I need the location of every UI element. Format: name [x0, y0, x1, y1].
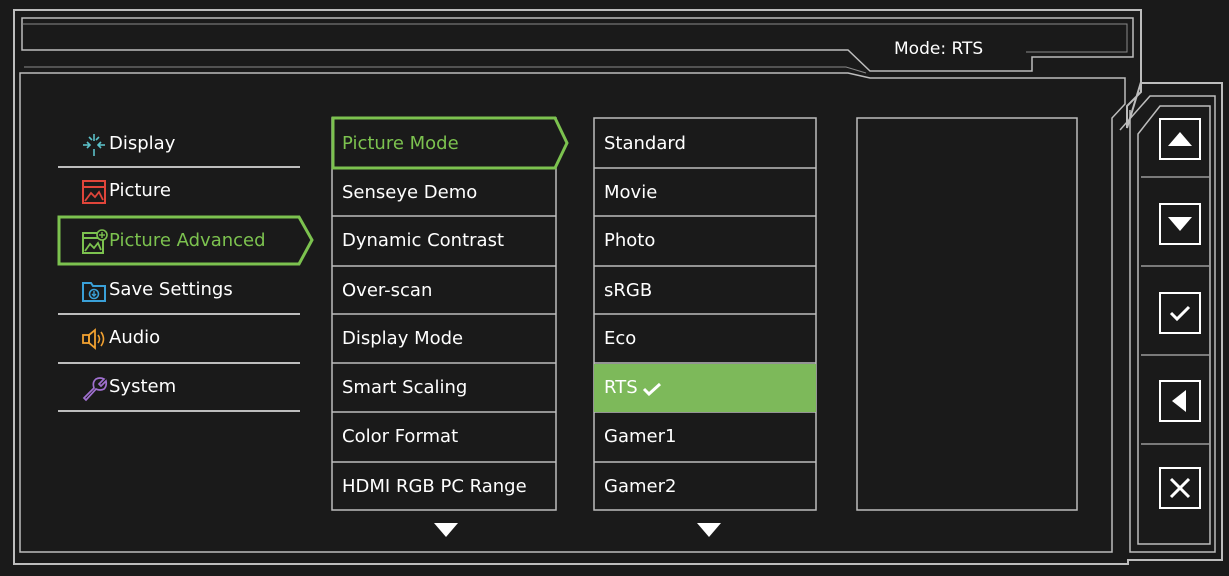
menu-item-label: Audio	[109, 327, 161, 348]
option-photo[interactable]: Photo	[594, 217, 816, 265]
checkmark-icon	[642, 382, 662, 396]
option-eco[interactable]: Eco	[594, 315, 816, 363]
option-movie[interactable]: Movie	[594, 169, 816, 217]
submenu-item-label: Color Format	[342, 426, 459, 447]
menu-item-label: Picture Advanced	[109, 230, 266, 251]
menu-item-picture[interactable]: Picture	[58, 168, 300, 214]
down-button[interactable]	[1159, 203, 1201, 245]
submenu-item-label: HDMI RGB PC Range	[342, 476, 527, 497]
option-gamer2[interactable]: Gamer2	[594, 463, 816, 511]
mode-label: Mode: RTS	[894, 39, 984, 59]
submenu-item-over-scan[interactable]: Over-scan	[332, 267, 556, 315]
exit-button[interactable]	[1159, 467, 1201, 509]
system-icon	[82, 377, 108, 402]
save-settings-icon	[82, 282, 106, 302]
up-button[interactable]	[1159, 118, 1201, 160]
option-rts[interactable]: RTS	[594, 364, 816, 412]
display-icon	[83, 134, 105, 156]
option-label: Movie	[604, 182, 658, 203]
submenu-item-label: Picture Mode	[342, 133, 459, 154]
submenu-item-dynamic-contrast[interactable]: Dynamic Contrast	[332, 217, 556, 265]
option-standard[interactable]: Standard	[594, 120, 816, 168]
submenu-item-hdmi-rgb-pc-range[interactable]: HDMI RGB PC Range	[332, 463, 556, 511]
option-gamer1[interactable]: Gamer1	[594, 413, 816, 461]
submenu-item-senseye-demo[interactable]: Senseye Demo	[332, 169, 556, 217]
triangle-up-icon	[1159, 118, 1201, 160]
preview-panel	[858, 119, 1076, 509]
close-icon	[1159, 467, 1201, 509]
picture-advanced-icon	[82, 229, 108, 254]
submenu-item-picture-mode[interactable]: Picture Mode	[332, 120, 556, 168]
menu-item-label: Display	[109, 133, 176, 154]
menu-item-system[interactable]: System	[58, 364, 300, 410]
submenu-item-label: Smart Scaling	[342, 377, 468, 398]
submenu-item-label: Senseye Demo	[342, 182, 478, 203]
menu-item-label: Picture	[109, 180, 171, 201]
menu-item-picture-advanced[interactable]: Picture Advanced	[58, 218, 300, 264]
option-label: sRGB	[604, 280, 653, 301]
triangle-left-icon	[1159, 380, 1201, 422]
checkmark-icon	[1159, 292, 1201, 334]
menu-item-label: Save Settings	[109, 279, 233, 300]
submenu-item-display-mode[interactable]: Display Mode	[332, 315, 556, 363]
submenu-scroll-down-icon[interactable]	[433, 522, 459, 538]
option-srgb[interactable]: sRGB	[594, 267, 816, 315]
options-scroll-down-icon[interactable]	[696, 522, 722, 538]
menu-item-label: System	[109, 376, 177, 397]
option-label: Photo	[604, 230, 656, 251]
option-label: Gamer2	[604, 476, 677, 497]
audio-icon	[82, 328, 105, 350]
submenu-item-color-format[interactable]: Color Format	[332, 413, 556, 461]
menu-item-save-settings[interactable]: Save Settings	[58, 267, 300, 313]
submenu-item-label: Over-scan	[342, 280, 433, 301]
submenu-item-label: Display Mode	[342, 328, 464, 349]
back-button[interactable]	[1159, 380, 1201, 422]
confirm-button[interactable]	[1159, 292, 1201, 334]
menu-item-display[interactable]: Display	[58, 121, 300, 167]
option-label: RTS	[604, 377, 638, 398]
option-label: Gamer1	[604, 426, 677, 447]
triangle-down-icon	[1159, 203, 1201, 245]
menu-item-audio[interactable]: Audio	[58, 315, 300, 361]
option-label: Eco	[604, 328, 637, 349]
submenu-item-label: Dynamic Contrast	[342, 230, 505, 251]
picture-icon	[82, 180, 106, 204]
submenu-item-smart-scaling[interactable]: Smart Scaling	[332, 364, 556, 412]
option-label: Standard	[604, 133, 686, 154]
